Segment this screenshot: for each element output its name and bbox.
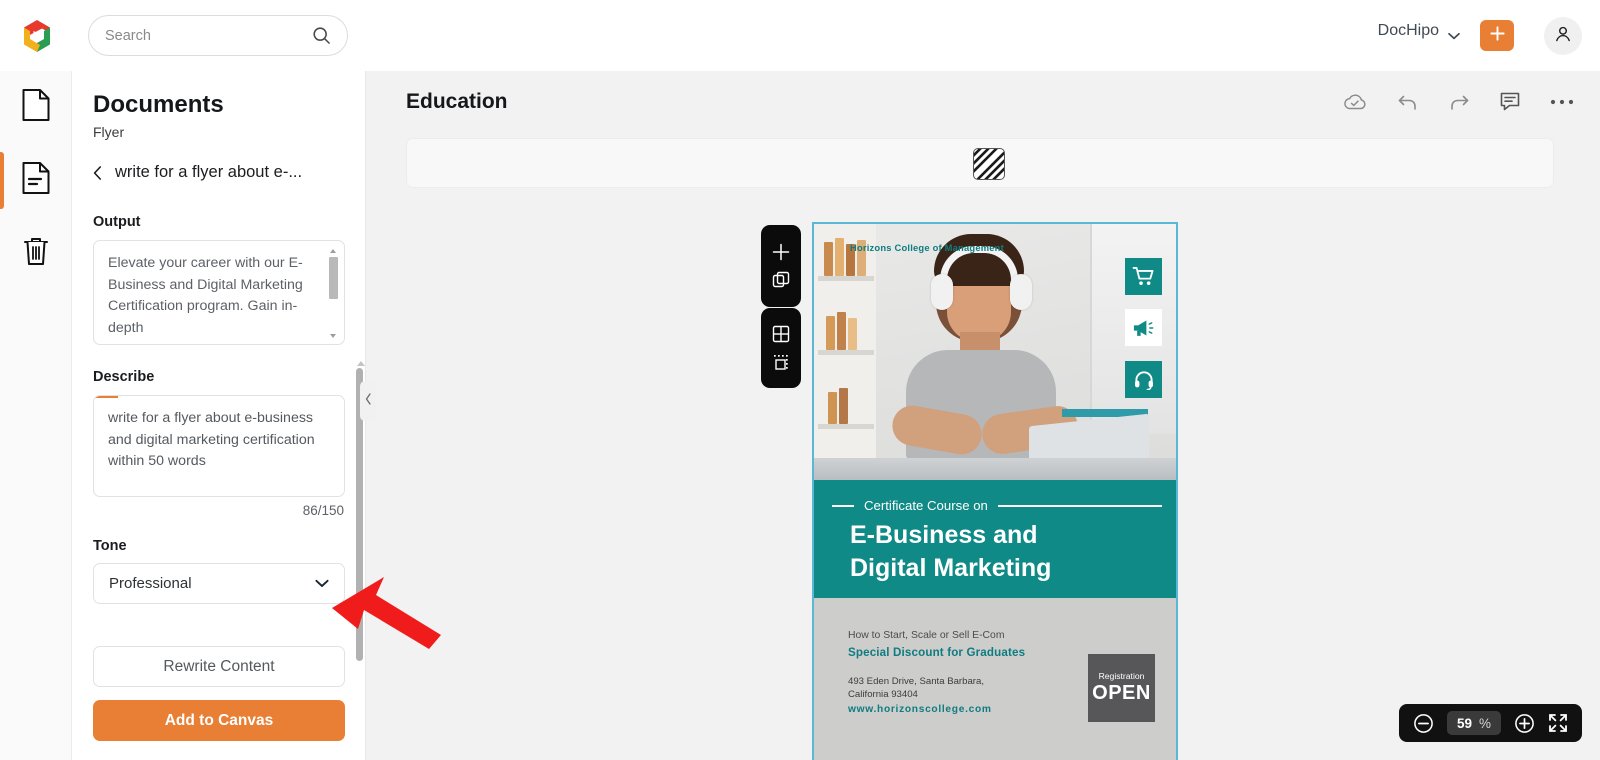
output-label: Output [93, 214, 141, 230]
output-textarea[interactable]: Elevate your career with our E-Business … [93, 240, 345, 345]
back-label: write for a flyer about e-... [115, 163, 303, 181]
undo-icon[interactable] [1397, 92, 1419, 112]
chevron-left-icon [93, 165, 102, 180]
chevron-down-icon [1448, 27, 1460, 40]
grid-view-icon[interactable] [771, 324, 791, 344]
flyer-canvas[interactable]: Horizons College of Management Certifica… [812, 222, 1178, 760]
describe-text: write for a flyer about e-business and d… [108, 410, 315, 470]
eyebrow-rule-right [997, 504, 1162, 507]
search-input[interactable] [105, 27, 312, 44]
search-icon [312, 26, 331, 45]
flyer-headline: E-Business and Digital Marketing [850, 521, 1052, 582]
zoom-out-icon[interactable] [1413, 713, 1434, 734]
output-text: Elevate your career with our E-Business … [108, 255, 303, 336]
output-scrollbar[interactable] [329, 249, 338, 338]
sidebar-item-blank-document[interactable] [0, 71, 72, 144]
panel-subtitle: Flyer [93, 124, 125, 140]
footer-address: 493 Eden Drive, Santa Barbara, Californi… [848, 676, 984, 701]
flyer-eyebrow: Certificate Course on [864, 498, 988, 513]
badge-top-label: Registration [1098, 671, 1145, 681]
background-pattern-icon[interactable] [973, 148, 1005, 180]
scroll-down-arrow-icon[interactable] [330, 334, 336, 338]
collapse-panel-button[interactable] [360, 381, 376, 421]
plus-icon [1489, 25, 1506, 47]
registration-badge: Registration OPEN [1088, 654, 1155, 722]
flyer-footer: How to Start, Scale or Sell E-Com Specia… [814, 598, 1176, 760]
flyer-brand-name: Horizons College of Management [850, 242, 1004, 253]
document-icon [21, 88, 51, 127]
document-lines-icon [21, 161, 51, 200]
document-toolbar [1342, 91, 1574, 112]
editor-main: Education Horizons College of Management… [366, 71, 1600, 760]
top-header: DocHipo [0, 0, 1600, 71]
user-avatar-icon [1553, 24, 1573, 49]
tone-select[interactable]: Professional [93, 563, 345, 604]
page-view-tools [761, 308, 801, 388]
page-add-tools [761, 225, 801, 307]
comment-icon[interactable] [1499, 91, 1521, 112]
ai-writer-panel: Documents Flyer write for a flyer about … [72, 71, 366, 760]
scroll-up-arrow-icon[interactable] [330, 249, 336, 253]
more-options-icon[interactable] [1550, 98, 1574, 106]
rewrite-content-button[interactable]: Rewrite Content [93, 646, 345, 687]
account-button[interactable] [1544, 17, 1582, 55]
sidebar-item-my-documents[interactable] [0, 144, 72, 217]
badge-main-label: OPEN [1092, 682, 1151, 704]
document-title: Education [406, 90, 508, 113]
zoom-in-icon[interactable] [1514, 713, 1535, 734]
footer-website: www.horizonscollege.com [848, 704, 992, 715]
zoom-value-display[interactable]: 59 % [1446, 711, 1501, 735]
element-edit-bar [406, 138, 1554, 188]
back-to-prompt[interactable]: write for a flyer about e-... [93, 163, 302, 182]
zoom-percent-symbol: % [1478, 715, 1491, 731]
redo-icon[interactable] [1448, 92, 1470, 112]
fullscreen-icon[interactable] [1548, 713, 1568, 733]
headphone-cup-right [1010, 274, 1032, 310]
flyer-photo: Horizons College of Management [814, 224, 1176, 480]
add-to-canvas-button[interactable]: Add to Canvas [93, 700, 345, 741]
sidebar-item-trash[interactable] [0, 217, 72, 290]
zoom-value: 59 [1456, 715, 1472, 731]
bookshelf-background [814, 224, 876, 480]
desk-surface [814, 458, 1176, 480]
trash-icon [21, 235, 51, 272]
add-page-icon[interactable] [771, 242, 791, 262]
zoom-controls: 59 % [1398, 704, 1582, 742]
chevron-left-icon [365, 392, 372, 410]
search-box[interactable] [88, 15, 348, 56]
flyer-eyebrow-row: Certificate Course on [832, 498, 1162, 513]
flyer-headline-block: Certificate Course on E-Business and Dig… [814, 480, 1176, 598]
left-rail [0, 71, 72, 760]
tone-value: Professional [109, 575, 192, 592]
select-area-icon[interactable] [771, 353, 791, 373]
scroll-thumb[interactable] [329, 257, 338, 299]
app-root: DocHipo [0, 0, 1600, 760]
headphone-cup-left [931, 274, 953, 310]
duplicate-page-icon[interactable] [771, 270, 791, 290]
megaphone-icon [1125, 309, 1162, 346]
shopping-cart-icon [1125, 258, 1162, 295]
brand-name: DocHipo [1377, 22, 1439, 39]
eyebrow-rule-left [832, 504, 854, 507]
chevron-down-icon [315, 575, 329, 593]
panel-scroll-cap [357, 361, 365, 366]
cloud-saved-icon[interactable] [1342, 92, 1368, 112]
create-new-button[interactable] [1480, 20, 1514, 51]
page-title: Documents [93, 91, 224, 118]
tone-label: Tone [93, 538, 127, 554]
headset-icon [1125, 361, 1162, 398]
brand-menu[interactable]: DocHipo [1378, 22, 1460, 40]
footer-tagline: How to Start, Scale or Sell E-Com [848, 630, 1005, 641]
dochipo-logo-icon[interactable] [18, 17, 56, 55]
char-counter: 86/150 [302, 503, 344, 518]
describe-label: Describe [93, 369, 155, 385]
describe-textarea[interactable]: write for a flyer about e-business and d… [93, 395, 345, 497]
footer-offer: Special Discount for Graduates [848, 646, 1026, 659]
